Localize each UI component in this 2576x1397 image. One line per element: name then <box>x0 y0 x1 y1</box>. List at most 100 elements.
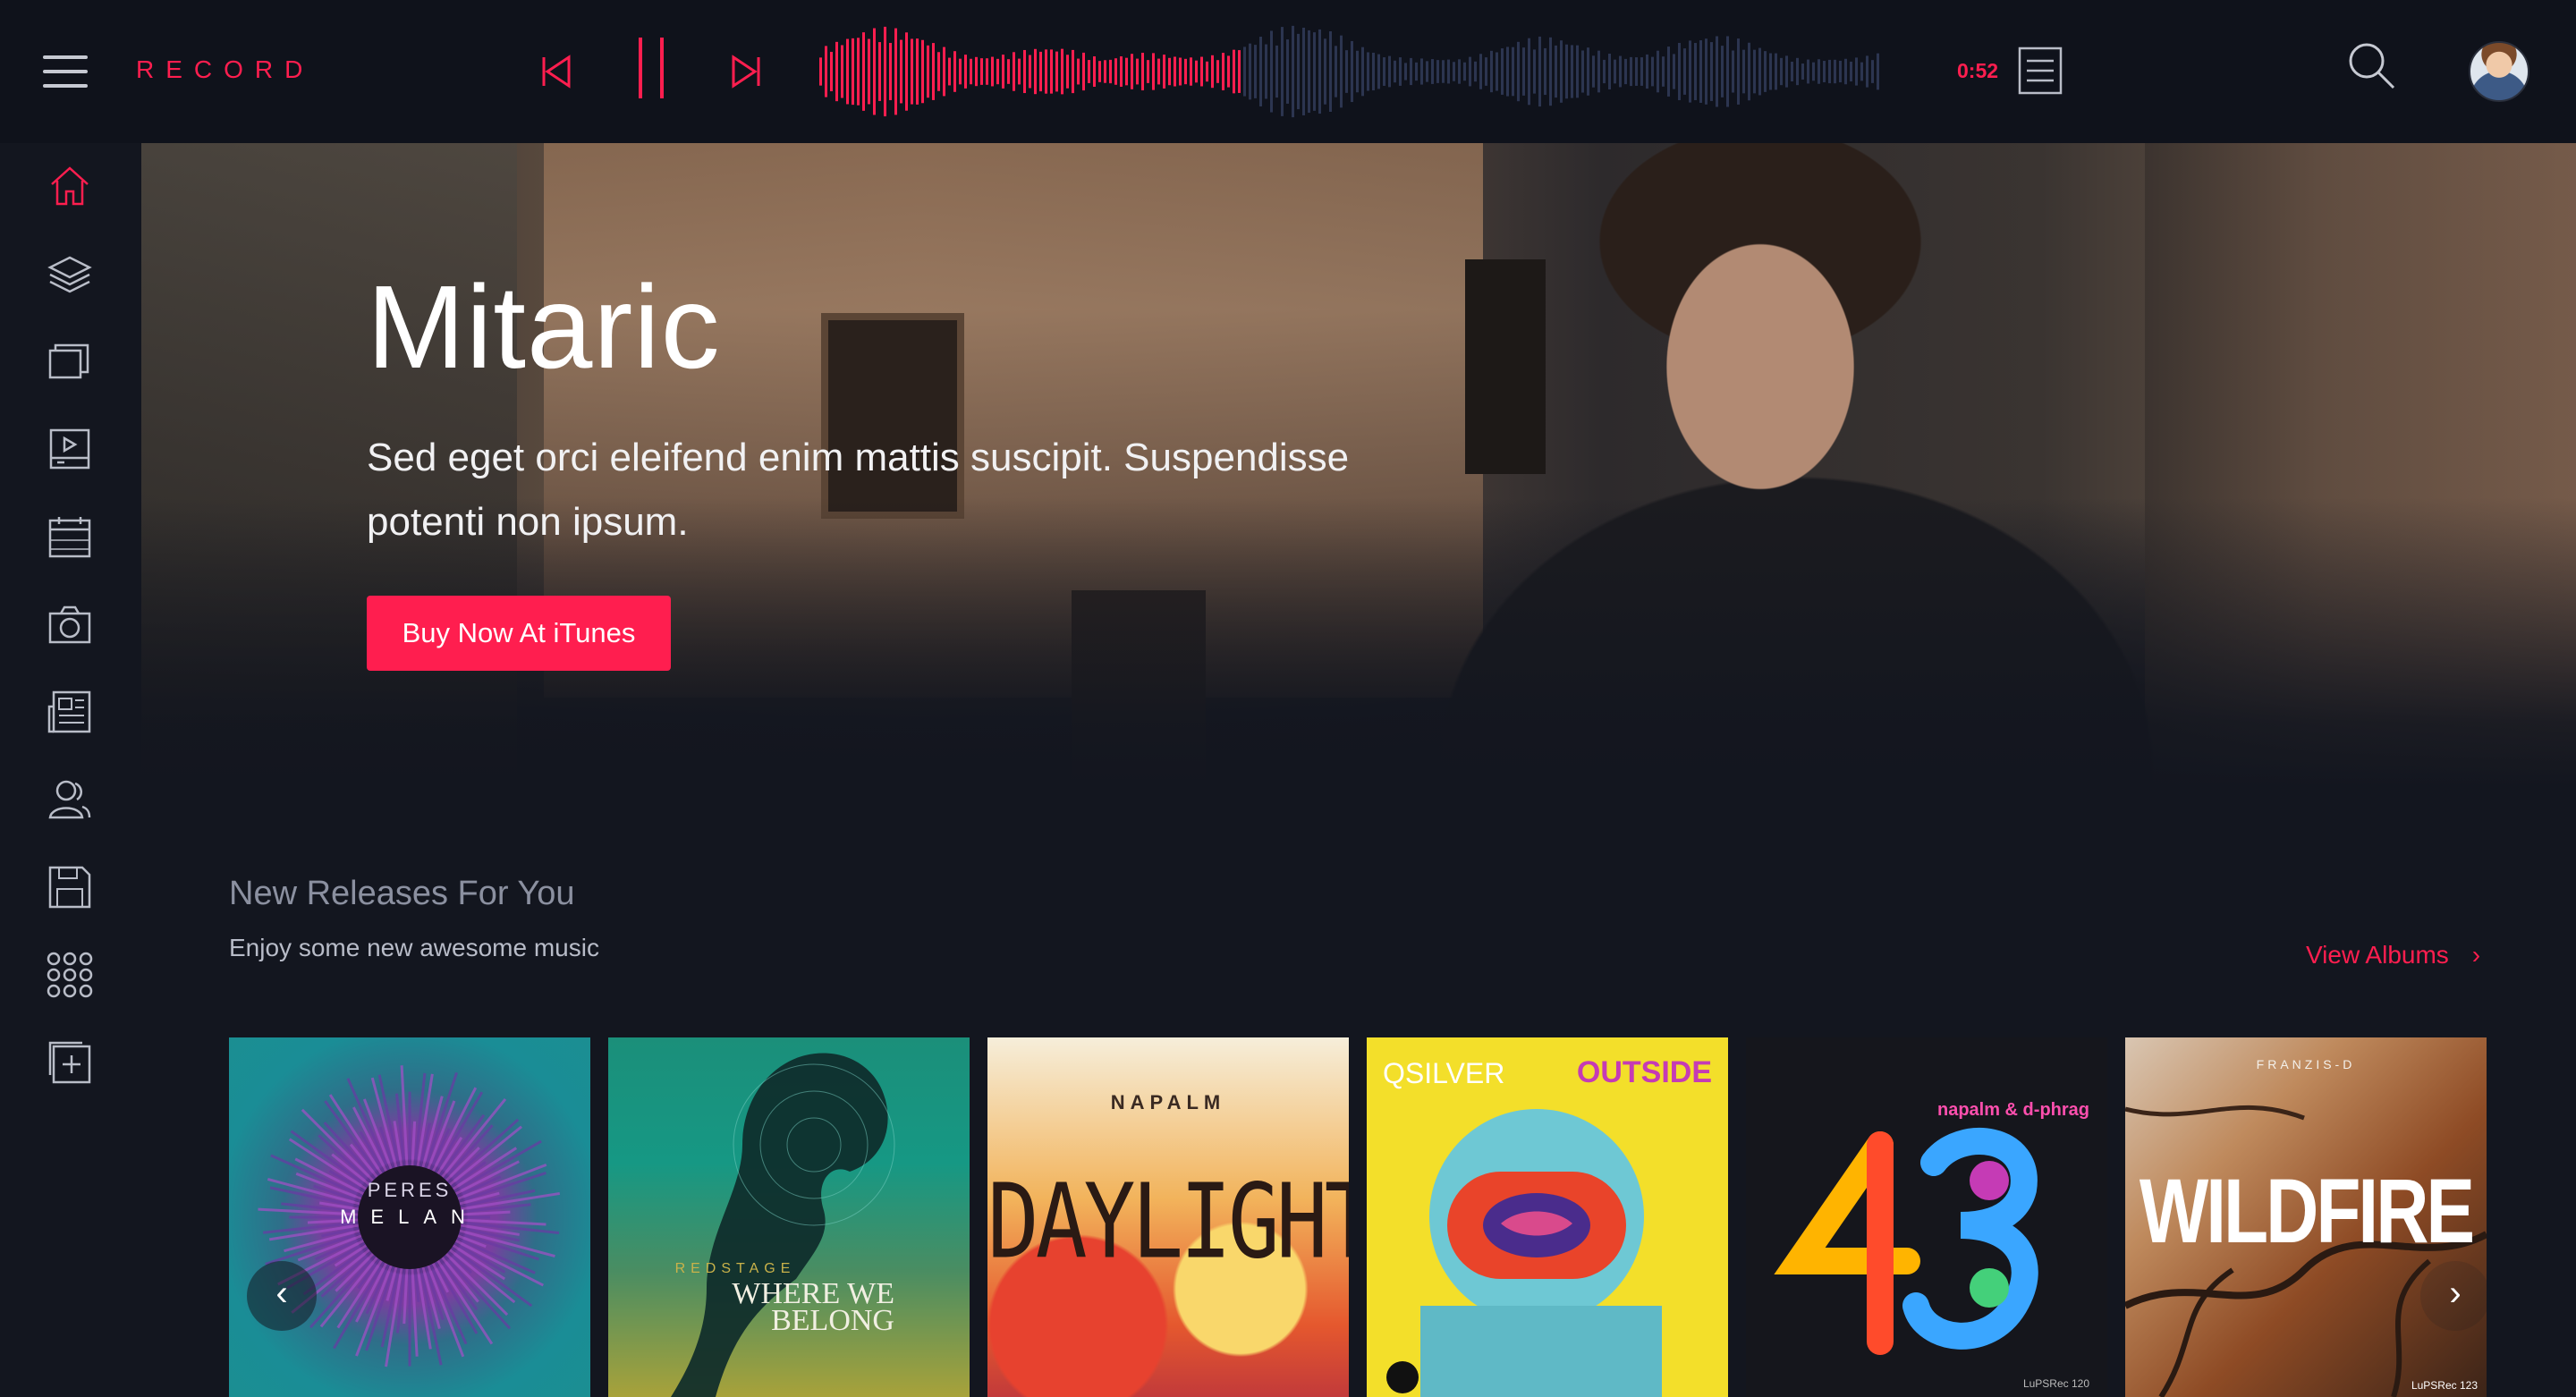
carousel-next-button[interactable]: › <box>2420 1261 2490 1331</box>
waveform-bar <box>911 38 913 105</box>
waveform-bar <box>884 26 886 117</box>
waveform-bar <box>1195 60 1198 83</box>
waveform-bar <box>1490 50 1493 93</box>
pause-icon[interactable] <box>623 32 680 104</box>
buy-itunes-button[interactable]: Buy Now At iTunes <box>367 596 671 671</box>
album-art-numbers <box>1774 1128 2038 1355</box>
playback-time: 0:52 <box>1957 59 1999 82</box>
waveform-bar <box>1351 40 1353 103</box>
grid-dot <box>79 984 93 998</box>
waveform-bar <box>1791 61 1793 82</box>
waveform-bar <box>1474 61 1477 82</box>
waveform-bar <box>830 51 833 92</box>
waveform-bar <box>1866 55 1868 88</box>
waveform-bar <box>1640 57 1643 86</box>
waveform-bar <box>1394 60 1396 83</box>
waveform-seekbar[interactable] <box>819 23 1884 120</box>
waveform-bar <box>1614 59 1616 84</box>
waveform-bar <box>835 41 838 102</box>
hamburger-icon[interactable] <box>43 55 88 88</box>
add-playlist-icon[interactable] <box>47 1039 93 1086</box>
waveform-bar <box>1243 47 1246 97</box>
waveform-bar <box>841 45 843 98</box>
home-icon[interactable] <box>47 163 93 209</box>
playlist-icon[interactable] <box>2018 47 2063 95</box>
waveform-bar <box>1796 57 1799 86</box>
albums-icon[interactable] <box>47 338 93 385</box>
video-icon[interactable] <box>47 426 93 472</box>
waveform-bar <box>1055 51 1058 92</box>
waveform-bar <box>1517 41 1520 102</box>
waveform-bar <box>1104 60 1106 83</box>
waveform-bar <box>1039 51 1042 92</box>
waveform-bar <box>1748 42 1750 101</box>
waveform-bar <box>1061 48 1063 95</box>
waveform-bar <box>964 55 967 89</box>
waveform-bar <box>1812 62 1815 81</box>
waveform-bar <box>1383 57 1385 86</box>
album-artist: QSILVER <box>1383 1057 1505 1089</box>
waveform-bar <box>1635 57 1638 86</box>
view-albums-link[interactable]: View Albums › <box>2306 941 2480 969</box>
waveform-bar <box>1775 53 1777 90</box>
save-icon[interactable] <box>47 864 93 910</box>
waveform-bar <box>1254 45 1257 98</box>
album-card[interactable]: NAPALM DAYLIGHT <box>987 1037 1349 1397</box>
album-artist: PERES <box>367 1179 453 1201</box>
waveform-bar <box>889 42 892 101</box>
section-subtitle: Enjoy some new awesome music <box>229 934 599 961</box>
waveform-bar <box>1114 58 1117 85</box>
waveform-bar <box>927 45 929 98</box>
waveform-bar <box>1624 58 1627 85</box>
news-icon[interactable] <box>47 689 93 735</box>
search-icon[interactable] <box>2347 41 2397 91</box>
album-card[interactable]: REDSTAGE WHERE WE BELONG <box>608 1037 970 1397</box>
album-title: MELAN <box>340 1206 479 1228</box>
hero-banner: Mitaric Sed eget orci eleifend enim matt… <box>141 143 2576 787</box>
waveform-bar <box>1329 30 1332 113</box>
layers-icon[interactable] <box>47 250 93 297</box>
waveform-bar <box>1823 61 1826 82</box>
waveform-bar <box>894 28 897 115</box>
album-card[interactable]: QSILVER OUTSIDE <box>1367 1037 1728 1397</box>
waveform-bar <box>1560 40 1563 103</box>
waveform-bar <box>1485 57 1487 86</box>
grid-dot <box>63 984 77 998</box>
waveform-bar <box>1313 32 1316 111</box>
waveform-bar <box>1716 36 1718 107</box>
waveform-bar <box>1839 60 1842 83</box>
waveform-bar <box>1120 56 1123 87</box>
grid-dot <box>47 968 61 982</box>
carousel-prev-button[interactable]: ‹ <box>247 1261 317 1331</box>
waveform-bar <box>1447 59 1450 84</box>
waveform-bar <box>1630 56 1632 87</box>
apps-grid-icon[interactable] <box>47 952 93 998</box>
album-card[interactable]: napalm & d-phrag LuPSRec 120 <box>1746 1037 2107 1397</box>
waveform-bar <box>1442 60 1445 83</box>
grid-dot <box>79 968 93 982</box>
skip-next-icon[interactable] <box>717 43 775 100</box>
grid-dot <box>63 968 77 982</box>
artists-icon[interactable] <box>47 776 93 823</box>
waveform-bar <box>1426 61 1428 82</box>
brand-logo: RECORD <box>136 55 315 83</box>
waveform-bar <box>1131 54 1133 89</box>
waveform-bar <box>1361 47 1364 97</box>
waveform-bar <box>1029 55 1031 89</box>
camera-icon[interactable] <box>47 601 93 648</box>
album-artist: REDSTAGE <box>674 1261 796 1276</box>
album-card[interactable]: PERES MELAN <box>229 1037 590 1397</box>
waveform-bar <box>1292 25 1294 118</box>
user-avatar[interactable] <box>2469 41 2529 102</box>
calendar-icon[interactable] <box>47 513 93 560</box>
waveform-bar <box>1667 47 1670 97</box>
waveform-bar <box>1565 44 1568 99</box>
album-artist: NAPALM <box>1110 1091 1226 1113</box>
waveform-bar <box>1302 27 1305 116</box>
waveform-bar <box>916 38 919 105</box>
waveform-bar <box>1801 64 1804 80</box>
skip-previous-icon[interactable] <box>528 43 585 100</box>
album-card[interactable]: FRANZIS-D WILDFIRE LuPSRec 123 <box>2125 1037 2487 1397</box>
waveform-bar <box>1399 57 1402 86</box>
waveform-bar <box>1410 57 1412 86</box>
